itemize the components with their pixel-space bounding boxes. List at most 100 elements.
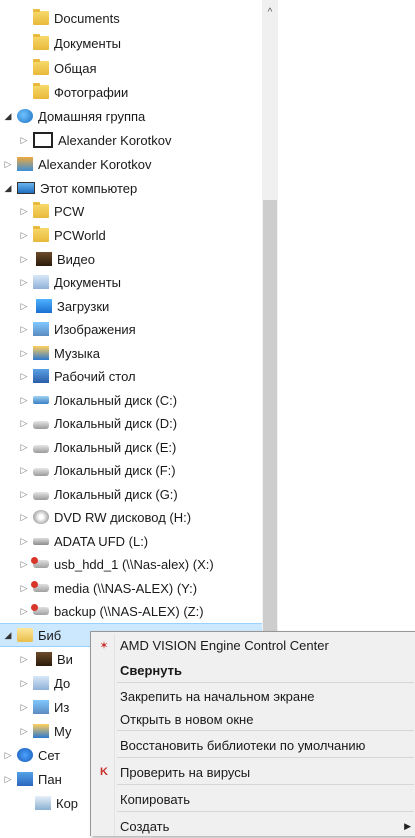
context-menu-item[interactable]: K Проверить на вирусы (92, 760, 415, 784)
collapse-arrow-icon[interactable]: ◢ (2, 630, 14, 641)
tree-item[interactable]: ▷ DVD RW дисковод (H:) (0, 506, 262, 528)
expand-arrow-icon[interactable]: ▷ (18, 442, 30, 453)
expand-arrow-icon[interactable]: ▷ (18, 348, 30, 359)
expand-arrow-icon[interactable]: ▷ (18, 489, 30, 500)
tree-item[interactable]: ▷ Локальный диск (F:) (0, 459, 262, 481)
amd-icon: ✶ (99, 639, 109, 652)
expand-arrow-icon[interactable]: ▷ (18, 606, 30, 617)
tree-item-label: Локальный диск (E:) (54, 439, 177, 455)
tree-item[interactable]: ▷ PCW (0, 200, 262, 222)
expand-arrow-icon[interactable]: ▷ (18, 536, 30, 547)
tree-item[interactable]: ▷ Alexander Korotkov (0, 153, 262, 175)
context-menu-item[interactable]: Открыть в новом окне (92, 707, 415, 731)
context-menu-item[interactable]: Свернуть (92, 658, 415, 682)
collapse-arrow-icon[interactable]: ◢ (2, 111, 14, 122)
tree-item[interactable]: ▷ usb_hdd_1 (\\Nas-alex) (X:) (0, 553, 262, 575)
expand-arrow-icon[interactable]: ▷ (18, 277, 30, 288)
tree-item[interactable]: ▷ Видео (0, 248, 262, 270)
collapse-arrow-icon[interactable]: ◢ (2, 183, 14, 194)
music-library-icon (33, 724, 49, 738)
tree-item[interactable]: Фотографии (0, 81, 262, 103)
tree-item-label: Видео (57, 251, 95, 267)
expand-arrow-icon[interactable]: ▷ (2, 159, 14, 170)
computer-icon (17, 182, 35, 194)
tree-item[interactable]: ▷ media (\\NAS-ALEX) (Y:) (0, 577, 262, 599)
context-menu-item-label: Восстановить библиотеки по умолчанию (120, 737, 366, 753)
tree-item-label: PCW (54, 203, 85, 219)
context-menu-item[interactable]: Восстановить библиотеки по умолчанию (92, 733, 415, 757)
tree-item[interactable]: ▷ ADATA UFD (L:) (0, 530, 262, 552)
tree-item-label: Биб (38, 627, 62, 643)
expand-arrow-icon[interactable]: ▷ (18, 324, 30, 335)
context-menu-item-label: Проверить на вирусы (120, 764, 251, 780)
tree-item[interactable]: ▷ Загрузки (0, 295, 262, 317)
network-drive-icon (31, 557, 49, 568)
expand-arrow-icon[interactable]: ▷ (18, 654, 30, 665)
network-drive-icon (31, 604, 49, 615)
expand-arrow-icon[interactable]: ▷ (2, 774, 14, 785)
tree-item[interactable]: ▷ Документы (0, 271, 262, 293)
documents-icon (33, 275, 49, 289)
context-menu-item[interactable]: Копировать (92, 787, 415, 811)
recycle-bin-icon (35, 796, 51, 810)
tree-item[interactable]: ▷ Музыка (0, 342, 262, 364)
tree-item-label: Пан (38, 771, 62, 787)
expand-arrow-icon[interactable]: ▷ (18, 230, 30, 241)
tree-item[interactable]: ▷ Alexander Korotkov (0, 129, 262, 151)
tree-item[interactable]: ◢ Этот компьютер (0, 177, 262, 199)
expand-arrow-icon[interactable]: ▷ (18, 726, 30, 737)
tree-item-label: Музыка (54, 345, 100, 361)
network-drive-icon (31, 581, 49, 592)
expand-arrow-icon[interactable]: ▷ (18, 465, 30, 476)
tree-item-label: Ви (57, 651, 73, 667)
tree-item-label: Alexander Korotkov (38, 156, 152, 172)
expand-arrow-icon[interactable]: ▷ (18, 301, 30, 312)
expand-arrow-icon[interactable]: ▷ (18, 418, 30, 429)
tree-item[interactable]: ▷ backup (\\NAS-ALEX) (Z:) (0, 600, 262, 622)
menu-separator (117, 784, 414, 785)
documents-library-icon (33, 676, 49, 690)
kaspersky-icon: K (100, 766, 108, 778)
tree-item[interactable]: ▷ Локальный диск (D:) (0, 412, 262, 434)
tree-item-label: Общая (54, 60, 97, 76)
context-menu-item[interactable]: ✶ AMD VISION Engine Control Center (92, 633, 415, 657)
expand-arrow-icon[interactable]: ▷ (18, 371, 30, 382)
expand-arrow-icon[interactable]: ▷ (18, 254, 30, 265)
dvd-icon (33, 510, 49, 524)
tree-item[interactable]: ▷ PCWorld (0, 224, 262, 246)
expand-arrow-icon[interactable]: ▷ (18, 678, 30, 689)
tree-item[interactable]: ▷ Изображения (0, 318, 262, 340)
expand-arrow-icon[interactable]: ▷ (18, 702, 30, 713)
control-panel-icon (17, 772, 33, 786)
drive-icon (33, 467, 49, 476)
expand-arrow-icon[interactable]: ▷ (18, 395, 30, 406)
expand-arrow-icon[interactable]: ▷ (18, 583, 30, 594)
context-menu-item[interactable]: Закрепить на начальном экране (92, 684, 415, 708)
expand-arrow-icon[interactable]: ▷ (18, 206, 30, 217)
tree-item[interactable]: Общая (0, 57, 262, 79)
folder-icon (33, 202, 49, 218)
tree-item-label: Локальный диск (F:) (54, 462, 176, 478)
tree-item[interactable]: ◢ Домашняя группа (0, 105, 262, 127)
context-menu-item-label: Свернуть (120, 662, 182, 678)
libraries-icon (17, 628, 33, 642)
scrollbar-thumb[interactable] (263, 200, 277, 640)
tree-item[interactable]: ▷ Локальный диск (E:) (0, 436, 262, 458)
scroll-up-arrow-icon[interactable]: ^ (262, 6, 278, 20)
tree-item[interactable]: ▷ Рабочий стол (0, 365, 262, 387)
context-menu-item-label: AMD VISION Engine Control Center (120, 637, 329, 653)
context-menu-item[interactable]: Создать ▶ (92, 814, 415, 838)
tree-item[interactable]: ▷ Локальный диск (G:) (0, 483, 262, 505)
tree-item-label: backup (\\NAS-ALEX) (Z:) (54, 603, 204, 619)
pictures-library-icon (33, 700, 49, 714)
tree-item[interactable]: ▷ Локальный диск (C:) (0, 389, 262, 411)
tree-item[interactable]: Documents (0, 7, 262, 29)
expand-arrow-icon[interactable]: ▷ (18, 512, 30, 523)
expand-arrow-icon[interactable]: ▷ (2, 750, 14, 761)
downloads-icon (36, 299, 52, 313)
menu-separator (117, 682, 414, 683)
expand-arrow-icon[interactable]: ▷ (18, 559, 30, 570)
tree-item[interactable]: Документы (0, 32, 262, 54)
expand-arrow-icon[interactable]: ▷ (18, 135, 30, 146)
context-menu-item-label: Создать (120, 818, 170, 834)
